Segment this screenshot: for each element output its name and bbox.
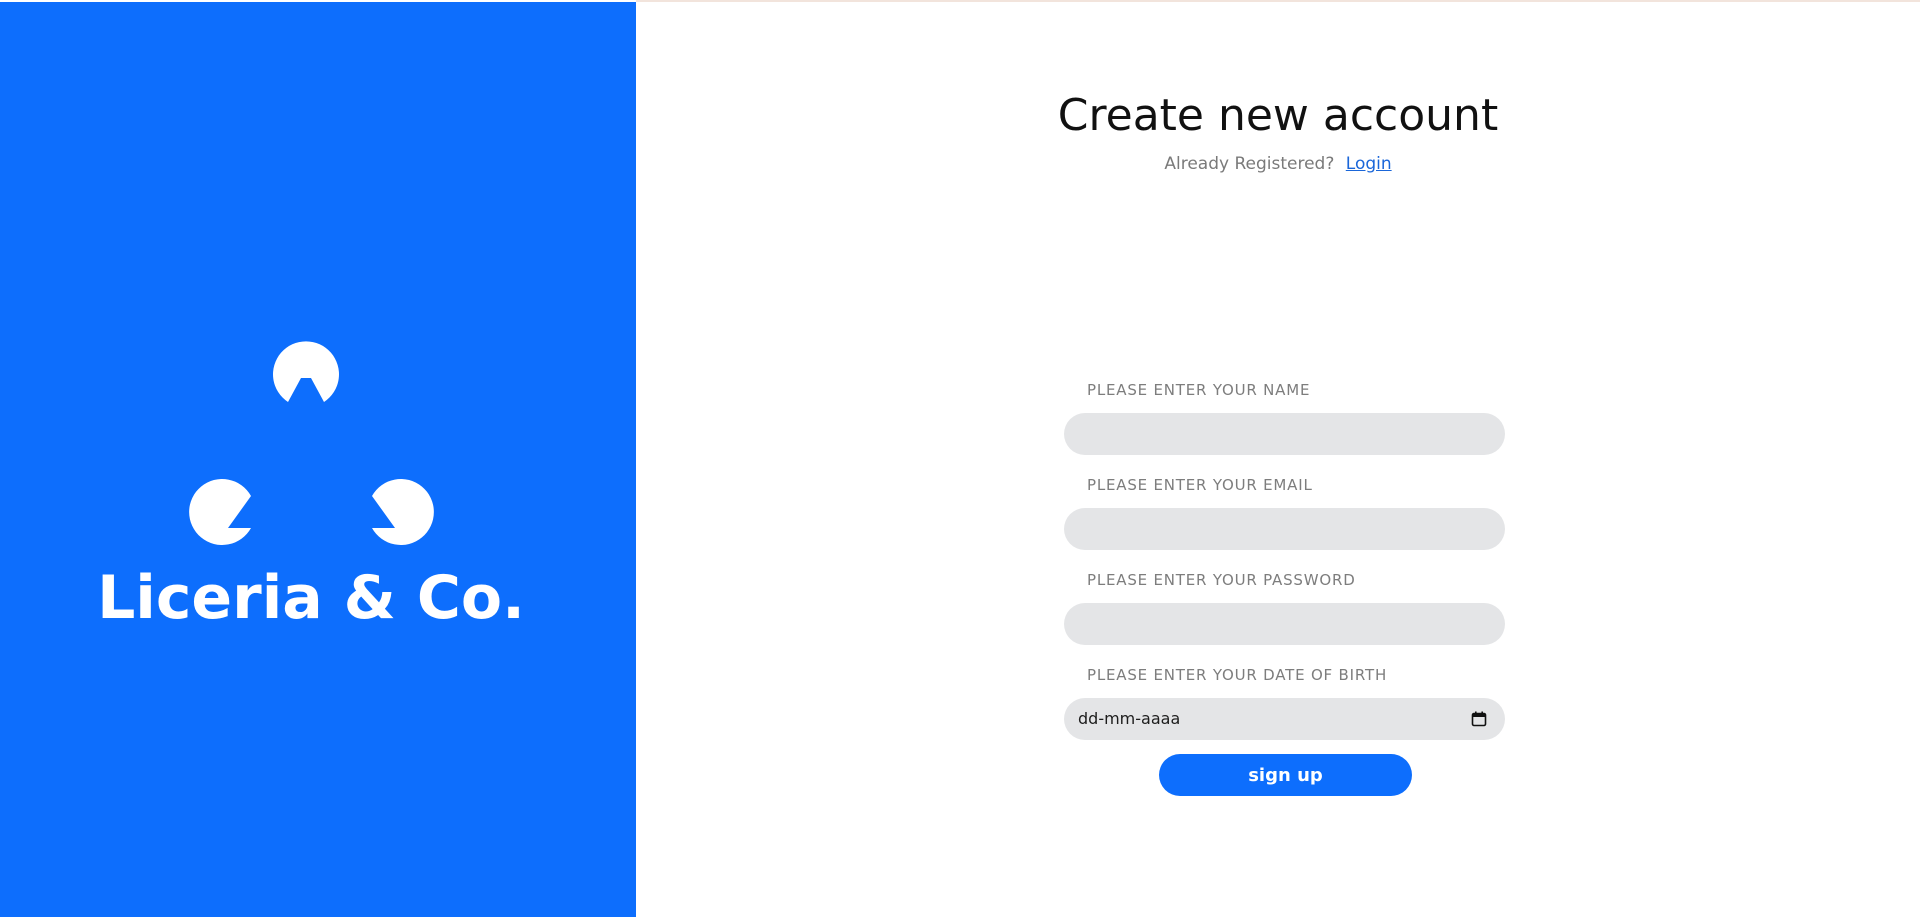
calendar-icon[interactable] xyxy=(1471,711,1487,727)
name-label: PLEASE ENTER YOUR NAME xyxy=(1087,381,1311,399)
name-field-group: PLEASE ENTER YOUR NAME xyxy=(1064,380,1505,455)
login-prompt: Already Registered? Login xyxy=(636,154,1920,174)
sign-up-button[interactable]: sign up xyxy=(1159,754,1412,796)
dob-placeholder: dd-mm-aaaa xyxy=(1078,709,1181,728)
password-input[interactable] xyxy=(1064,603,1505,645)
brand-name: Liceria & Co. xyxy=(97,563,525,633)
password-label: PLEASE ENTER YOUR PASSWORD xyxy=(1087,571,1356,589)
email-input[interactable] xyxy=(1064,508,1505,550)
page-title: Create new account xyxy=(1057,90,1499,141)
login-link[interactable]: Login xyxy=(1346,154,1392,174)
dob-field-group: PLEASE ENTER YOUR DATE OF BIRTH dd-mm-aa… xyxy=(1064,665,1505,740)
liceria-logo-icon xyxy=(189,341,434,546)
dob-input[interactable]: dd-mm-aaaa xyxy=(1064,698,1505,740)
dob-label: PLEASE ENTER YOUR DATE OF BIRTH xyxy=(1087,666,1388,684)
signup-form: PLEASE ENTER YOUR NAME PLEASE ENTER YOUR… xyxy=(1064,380,1505,760)
email-label: PLEASE ENTER YOUR EMAIL xyxy=(1087,476,1313,494)
name-input[interactable] xyxy=(1064,413,1505,455)
signup-panel: Create new account Already Registered? L… xyxy=(636,2,1920,917)
page: Liceria & Co. Create new account Already… xyxy=(0,0,1920,917)
already-registered-text: Already Registered? xyxy=(1164,154,1335,174)
password-field-group: PLEASE ENTER YOUR PASSWORD xyxy=(1064,570,1505,645)
email-field-group: PLEASE ENTER YOUR EMAIL xyxy=(1064,475,1505,550)
brand-panel: Liceria & Co. xyxy=(0,2,636,917)
